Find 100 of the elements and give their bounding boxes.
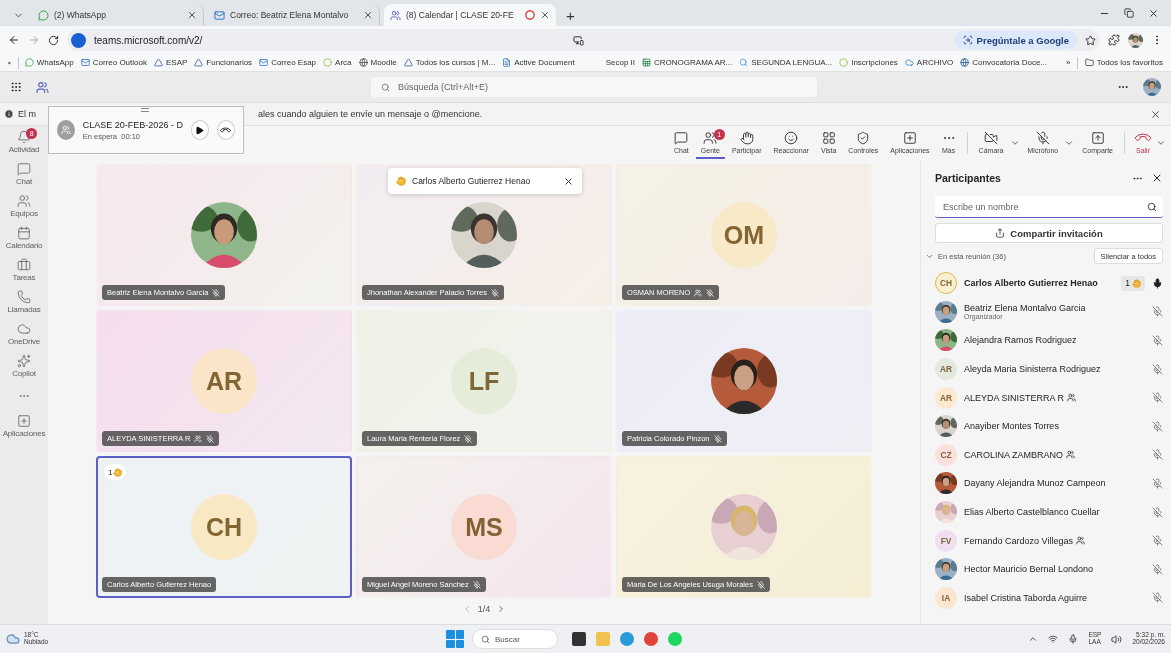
bookmark-link[interactable]: Active Document (502, 58, 575, 67)
rail-item[interactable]: Tareas (1, 258, 47, 282)
app-launcher-icon[interactable] (10, 81, 22, 93)
cloud-icon (904, 58, 914, 67)
more-bookmarks-button[interactable]: » (1066, 58, 1071, 67)
people-icon (694, 288, 703, 297)
restore-icon[interactable] (1124, 7, 1134, 18)
participant-row[interactable]: AR ALEYDA SINISTERRA R (935, 383, 1163, 412)
participant-row[interactable]: Elias Alberto Castelblanco Cuellar (935, 497, 1163, 527)
mail-icon (80, 58, 90, 67)
avatar: AR (935, 358, 957, 381)
resume-button[interactable] (190, 120, 209, 140)
close-icon[interactable] (540, 10, 550, 20)
close-icon[interactable] (1148, 7, 1159, 19)
participant-row[interactable]: CZ CAROLINA ZAMBRANO (935, 440, 1163, 470)
browser-tab[interactable]: (8) Calendar | CLASE 20-FE (384, 4, 556, 26)
bookmark-link[interactable]: Arca (323, 58, 352, 67)
participant-row[interactable]: AR Aleyda Maria Sinisterra Rodriguez (935, 354, 1163, 384)
share-invite-button[interactable]: Compartir invitación (935, 223, 1163, 243)
rail-item[interactable]: Calendario (1, 226, 47, 250)
search-field[interactable]: Escribe un nombre (941, 200, 1147, 213)
participant-name: Anayiber Montes Torres (964, 421, 1059, 432)
bookmark-link[interactable]: Moodle (358, 58, 397, 67)
mic-off-icon[interactable] (1152, 563, 1163, 575)
bookmark-link[interactable]: SEGUNDA LENGUA... (739, 58, 833, 67)
chevron-up-icon[interactable] (1028, 634, 1039, 644)
avatar: FV (935, 529, 957, 552)
people-icon[interactable] (36, 80, 49, 94)
back-icon[interactable] (8, 34, 20, 46)
mic-off-icon[interactable] (1152, 477, 1163, 489)
mic-off-icon[interactable] (1152, 306, 1163, 318)
hand-icon (396, 176, 406, 186)
bookmark-link[interactable]: Secop II (605, 58, 635, 67)
participant-row[interactable]: FV Fernando Cardozo Villegas (935, 526, 1163, 555)
rail-item[interactable]: OneDrive (1, 322, 47, 346)
rail-item[interactable]: Llamadas (1, 290, 47, 314)
app-icon[interactable] (644, 632, 658, 646)
mic-off-icon[interactable] (1152, 392, 1163, 404)
close-icon[interactable] (1151, 172, 1163, 184)
address-bar[interactable]: teams.microsoft.com/v2/ Pregúntale a Google (67, 29, 1100, 51)
participant-name: Beatriz Elena Montalvo Garcia (964, 303, 1086, 314)
participant-row[interactable]: Anayiber Montes Torres (935, 411, 1163, 441)
mic-off-icon[interactable] (1152, 420, 1163, 432)
extensions-icon[interactable] (1108, 34, 1120, 46)
bookmark-link[interactable]: ARCHIVO (904, 58, 954, 67)
bookmark-link[interactable]: ESAP (153, 58, 188, 67)
bookmark-link[interactable]: WhatsApp (24, 58, 74, 67)
mic-icon[interactable] (1152, 277, 1163, 289)
rail-item[interactable]: Aplicaciones (1, 414, 47, 438)
close-icon[interactable] (187, 10, 197, 20)
mic-off-icon (756, 580, 765, 589)
participant-name: Isabel Cristina Taborda Aguirre (964, 592, 1087, 603)
triangle-icon (194, 58, 204, 67)
cast-icon[interactable] (573, 34, 584, 46)
rail-item[interactable]: Equipos (1, 194, 47, 218)
wifi-icon[interactable] (1048, 634, 1059, 644)
notice-text: ales cuando alguien te envíe un mensaje o @mencione. (258, 109, 483, 119)
mic-off-icon[interactable] (1152, 335, 1163, 346)
mic-off-icon[interactable] (1152, 363, 1163, 375)
search-field[interactable]: Buscar (472, 629, 558, 649)
app-icon[interactable] (620, 632, 634, 646)
participant-row[interactable]: Alejandra Ramos Rodriguez (935, 326, 1163, 355)
app-icon[interactable] (572, 632, 586, 646)
people-icon (60, 125, 71, 135)
bookmark-folder[interactable]: Todos los favoritos (1084, 58, 1163, 67)
search-box[interactable]: Escribe un nombre (935, 196, 1163, 218)
search-field[interactable]: Búsqueda (Ctrl+Alt+E) (371, 77, 817, 97)
participant-row[interactable]: Dayany Alejandra Munoz Campeon (935, 469, 1163, 498)
bookmark-link[interactable]: Correo Esap (259, 58, 317, 67)
hang-up-button[interactable] (216, 120, 235, 140)
drag-handle[interactable] (141, 108, 149, 112)
mic-off-icon[interactable] (1152, 449, 1163, 461)
reload-icon[interactable] (48, 34, 59, 46)
participant-row[interactable]: Hector Mauricio Bernal Londono (935, 554, 1163, 584)
ask-google-button[interactable]: Pregúntale a Google (954, 31, 1077, 49)
lens-icon (962, 35, 973, 45)
close-icon[interactable] (363, 10, 373, 20)
mic-off-icon[interactable] (1152, 592, 1163, 604)
rail-item[interactable]: Chat (1, 162, 47, 186)
close-icon[interactable] (563, 175, 574, 187)
bookmark-link[interactable]: CRONOGRAMA AR... (642, 58, 733, 67)
bookmark-link[interactable]: Todos los cursos | M... (403, 58, 496, 67)
bookmark-link[interactable]: Funcionarios (194, 58, 253, 67)
bookmark-link[interactable]: Inscripciones (839, 58, 898, 67)
close-icon[interactable] (1150, 108, 1161, 120)
bookmark-link[interactable]: Convocatoria Doce... (960, 58, 1047, 67)
bookmark-link[interactable]: Correo Outlook (80, 58, 147, 67)
chat-icon (17, 162, 31, 176)
participant-row[interactable]: IA Isabel Cristina Taborda Aguirre (935, 583, 1163, 613)
mic-off-icon (212, 288, 221, 297)
chat-icon (674, 130, 689, 145)
volume-icon[interactable] (1111, 633, 1123, 645)
new-tab-button[interactable]: + (560, 4, 581, 26)
rail-item[interactable]: Copilot (1, 354, 47, 378)
bookmark-star-icon[interactable] (1085, 34, 1096, 46)
start-button[interactable] (446, 630, 464, 648)
mic-off-icon (206, 434, 215, 443)
mic-off-icon[interactable] (1152, 506, 1163, 518)
mic-off-icon[interactable] (1152, 535, 1163, 547)
participant-row[interactable]: CH Carlos Alberto Gutierrez Henao 1 (935, 269, 1163, 298)
